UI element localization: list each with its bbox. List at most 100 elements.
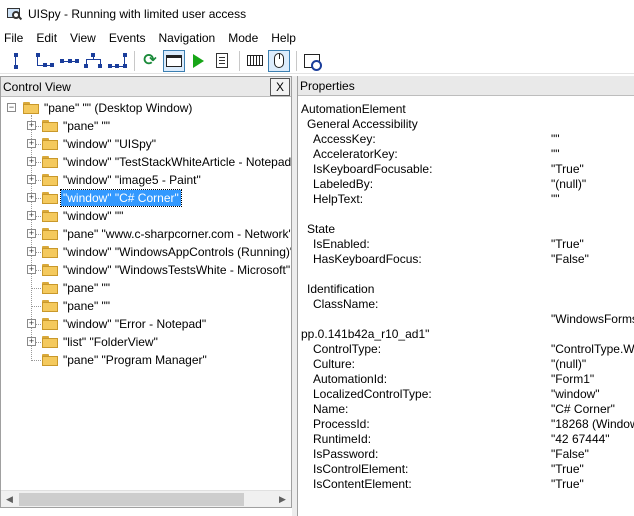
- previous-sibling-button[interactable]: [82, 50, 104, 72]
- property-row: LabeledBy: "(null)": [298, 177, 634, 192]
- tree-row[interactable]: + "pane" "www.c-sharpcorner.com - Network…: [1, 225, 291, 243]
- tree-row[interactable]: + "list" "FolderView": [1, 333, 291, 351]
- tree-node-label-selected[interactable]: "window" "C# Corner": [60, 189, 182, 207]
- close-control-view-button[interactable]: X: [270, 77, 290, 96]
- document-icon: [216, 53, 228, 68]
- tree-node-label[interactable]: "window" "Error - Notepad": [61, 316, 208, 332]
- property-value: "window": [551, 387, 600, 401]
- tree-node-label[interactable]: "pane" "www.c-sharpcorner.com - Network": [61, 226, 291, 242]
- focus-tracking-button[interactable]: [301, 50, 323, 72]
- window-icon: [166, 54, 182, 67]
- first-child-icon: [35, 52, 55, 70]
- folder-icon: [42, 210, 58, 222]
- tree-row[interactable]: "pane" "": [1, 297, 291, 315]
- tree-node-label[interactable]: "list" "FolderView": [61, 334, 160, 350]
- expand-icon[interactable]: +: [27, 157, 36, 166]
- folder-icon: [23, 102, 39, 114]
- tree-row[interactable]: + "window" "Error - Notepad": [1, 315, 291, 333]
- control-tree[interactable]: − "pane" "" (Desktop Window) + "pane" "" +…: [1, 97, 291, 489]
- folder-icon: [42, 192, 58, 204]
- tree-node-label[interactable]: "window" "WindowsTestsWhite - Microsoft": [61, 262, 291, 278]
- document-button[interactable]: [211, 50, 233, 72]
- parent-button[interactable]: [10, 50, 32, 72]
- folder-icon: [42, 264, 58, 276]
- property-name: HelpText:: [313, 192, 364, 206]
- property-name: State: [307, 222, 336, 236]
- tree-node-label[interactable]: "window" "image5 - Paint": [61, 172, 203, 188]
- expand-icon[interactable]: +: [27, 175, 36, 184]
- property-name: IsEnabled:: [313, 237, 370, 251]
- focus-tracking-icon: [304, 53, 322, 71]
- property-name: AccessKey:: [313, 132, 376, 146]
- property-value: "True": [551, 237, 584, 251]
- property-name: ClassName:: [313, 297, 379, 311]
- expand-icon[interactable]: +: [27, 121, 36, 130]
- tree-node-label[interactable]: "window" "UISpy": [61, 136, 158, 152]
- tree-row[interactable]: + "window" "": [1, 207, 291, 225]
- menu-edit[interactable]: Edit: [30, 28, 64, 48]
- expand-icon[interactable]: +: [27, 211, 36, 220]
- menu-navigation[interactable]: Navigation: [153, 28, 223, 48]
- tree-node-label[interactable]: "pane" "Program Manager": [61, 352, 209, 368]
- expand-icon[interactable]: +: [27, 337, 36, 346]
- menu-events[interactable]: Events: [103, 28, 153, 48]
- folder-icon: [42, 282, 58, 294]
- last-child-icon: [107, 52, 127, 70]
- tree-node-label[interactable]: "pane" "": [61, 118, 112, 134]
- property-row: IsContentElement: "True": [298, 477, 634, 492]
- menu-file[interactable]: File: [0, 28, 30, 48]
- tree-row[interactable]: + "window" "TestStackWhiteArticle - Notep…: [1, 153, 291, 171]
- property-row: AutomationId: "Form1": [298, 372, 634, 387]
- expand-icon[interactable]: +: [27, 319, 36, 328]
- uispy-app-icon: [6, 6, 23, 22]
- keyboard-button[interactable]: [244, 50, 266, 72]
- refresh-icon: ⟳: [143, 51, 157, 69]
- tree-row[interactable]: + "window" "image5 - Paint": [1, 171, 291, 189]
- menu-mode[interactable]: Mode: [222, 28, 265, 48]
- scroll-right-icon[interactable]: ▶: [274, 491, 291, 507]
- property-name: IsContentElement:: [313, 477, 412, 491]
- play-button[interactable]: [187, 50, 209, 72]
- property-value: "(null)": [551, 357, 587, 371]
- tree-row[interactable]: "pane" "Program Manager": [1, 351, 291, 369]
- expand-icon[interactable]: +: [27, 139, 36, 148]
- tree-node-label[interactable]: "pane" "": [61, 280, 112, 296]
- property-row: LocalizedControlType: "window": [298, 387, 634, 402]
- collapse-icon[interactable]: −: [7, 103, 16, 112]
- last-child-button[interactable]: [106, 50, 128, 72]
- tree-node-label[interactable]: "pane" "": [61, 298, 112, 314]
- expand-icon[interactable]: +: [27, 265, 36, 274]
- tree-node-label[interactable]: "window" "TestStackWhiteArticle - Notepa…: [61, 154, 291, 170]
- tree-root-row[interactable]: − "pane" "" (Desktop Window): [1, 99, 291, 117]
- tree-row[interactable]: + "window" "C# Corner": [1, 189, 291, 207]
- horizontal-scrollbar[interactable]: ◀ ▶: [1, 490, 291, 507]
- property-row: pp.0.141b42a_r10_ad1": [298, 327, 634, 342]
- tree-row[interactable]: "pane" "": [1, 279, 291, 297]
- tree-row[interactable]: + "window" "WindowsAppControls (Running)": [1, 243, 291, 261]
- scroll-thumb[interactable]: [19, 493, 244, 506]
- control-view-title: Control View: [3, 79, 71, 94]
- property-value: "18268 (Window: [551, 417, 634, 431]
- title-bar: UISpy - Running with limited user access: [0, 0, 634, 28]
- expand-icon[interactable]: +: [27, 247, 36, 256]
- tree-row[interactable]: + "window" "UISpy": [1, 135, 291, 153]
- expand-icon[interactable]: +: [27, 229, 36, 238]
- tree-row[interactable]: + "pane" "": [1, 117, 291, 135]
- scroll-left-icon[interactable]: ◀: [1, 491, 18, 507]
- mouse-button[interactable]: [268, 49, 290, 72]
- mouse-icon: [274, 53, 284, 68]
- property-value: "(null)": [551, 177, 587, 191]
- window-mode-button[interactable]: [163, 49, 185, 72]
- menu-view[interactable]: View: [64, 28, 103, 48]
- menu-help[interactable]: Help: [265, 28, 303, 48]
- expand-icon[interactable]: +: [27, 193, 36, 202]
- tree-row[interactable]: + "window" "WindowsTestsWhite - Microsoft…: [1, 261, 291, 279]
- refresh-button[interactable]: ⟳: [139, 50, 161, 72]
- tree-node-label[interactable]: "window" "WindowsAppControls (Running)": [61, 244, 291, 260]
- tree-node-label[interactable]: "pane" "" (Desktop Window): [42, 100, 194, 116]
- property-name: AutomationId:: [313, 372, 388, 386]
- next-sibling-button[interactable]: [58, 50, 80, 72]
- first-child-button[interactable]: [34, 50, 56, 72]
- tree-node-label[interactable]: "window" "": [61, 208, 125, 224]
- property-value: "": [551, 132, 560, 146]
